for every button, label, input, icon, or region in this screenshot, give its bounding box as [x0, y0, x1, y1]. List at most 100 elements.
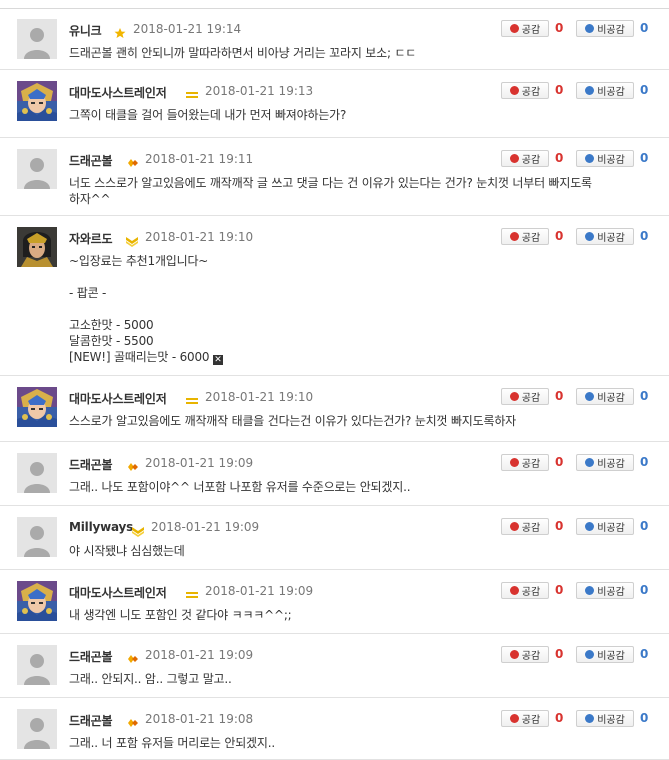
like-button[interactable]: 공감	[501, 646, 549, 663]
comment-item: Millyways 2018-01-21 19:09 공감 0 비공감 0 야 시작됐냐 심…	[0, 506, 669, 570]
avatar[interactable]	[17, 645, 57, 685]
comment-date: 2018-01-21 19:09	[145, 456, 254, 470]
like-face-icon	[509, 86, 519, 95]
avatar[interactable]	[17, 517, 57, 557]
dislike-label: 비공감	[597, 393, 625, 404]
comment-text: 스스로가 알고있음에도 깨작깨작 태클을 건다는건 이유가 있다는건가? 눈치껏…	[69, 414, 517, 428]
like-label: 공감	[521, 393, 541, 404]
comment-date: 2018-01-21 19:09	[205, 584, 314, 598]
dislike-button[interactable]: 비공감	[576, 20, 634, 37]
author-name[interactable]: 대마도사스트레인저	[69, 584, 167, 601]
author-name[interactable]: 대마도사스트레인저	[69, 84, 167, 101]
comment-text: 그래.. 안되지.. 암.. 그렇고 말고..	[69, 672, 232, 686]
like-button[interactable]: 공감	[501, 388, 549, 405]
rank-badge-icon	[131, 522, 145, 537]
avatar[interactable]	[17, 19, 57, 59]
comment-item: 대마도사스트레인저 2018-01-21 19:13 공감 0 비공감 0 그쪽이 태클을 …	[0, 70, 669, 138]
like-button[interactable]: 공감	[501, 710, 549, 727]
comment-text: 드래곤볼 괜히 안되니까 말따라하면서 비아냥 거리는 꼬라지 보소; ㄷㄷ	[69, 46, 417, 60]
dislike-label: 비공감	[597, 715, 625, 726]
comment-text: 내 생각엔 니도 포함인 것 같다야 ㅋㅋㅋ^^;;	[69, 608, 292, 622]
like-button[interactable]: 공감	[501, 150, 549, 167]
author-name[interactable]: 자와르도	[69, 230, 113, 247]
dislike-face-icon	[585, 586, 595, 595]
like-button[interactable]: 공감	[501, 20, 549, 37]
rank-badge-icon	[125, 232, 139, 247]
x-mark-icon: ✕	[212, 355, 223, 365]
comment-item: 드래곤볼 2018-01-21 19:09 공감 0 비공감 0 그래.. 나도 포함이야^…	[0, 442, 669, 506]
like-button[interactable]: 공감	[501, 582, 549, 599]
avatar[interactable]	[17, 581, 57, 621]
like-count: 0	[555, 455, 564, 469]
author-name[interactable]: 드래곤볼	[69, 712, 113, 729]
comment-date: 2018-01-21 19:11	[145, 152, 254, 166]
like-button[interactable]: 공감	[501, 518, 549, 535]
like-count: 0	[555, 647, 564, 661]
dislike-button[interactable]: 비공감	[576, 150, 634, 167]
dislike-face-icon	[585, 392, 595, 401]
avatar[interactable]	[17, 387, 57, 427]
comment-item: 유니크 2018-01-21 19:14 공감 0 비공감 0 드래곤볼 괜히 안되니까 말…	[0, 8, 669, 70]
dislike-button[interactable]: 비공감	[576, 646, 634, 663]
dislike-button[interactable]: 비공감	[576, 228, 634, 245]
dislike-label: 비공감	[597, 155, 625, 166]
rank-badge-icon	[185, 86, 199, 98]
like-label: 공감	[521, 155, 541, 166]
dislike-count: 0	[640, 151, 649, 165]
dislike-button[interactable]: 비공감	[576, 388, 634, 405]
like-face-icon	[509, 24, 519, 33]
avatar[interactable]	[17, 453, 57, 493]
dislike-button[interactable]: 비공감	[576, 582, 634, 599]
comment-item: 드래곤볼 2018-01-21 19:11 공감 0 비공감 0 너도 스스로가 알고있음에…	[0, 138, 669, 216]
dislike-count: 0	[640, 229, 649, 243]
avatar[interactable]	[17, 227, 57, 267]
comment-list: 유니크 2018-01-21 19:14 공감 0 비공감 0 드래곤볼 괜히 안되니까 말…	[0, 0, 669, 760]
like-face-icon	[509, 232, 519, 241]
comment-date: 2018-01-21 19:09	[151, 520, 260, 534]
dislike-button[interactable]: 비공감	[576, 82, 634, 99]
comment-item: 드래곤볼 2018-01-21 19:08 공감 0 비공감 0 그래.. 너 포함 유저들…	[0, 698, 669, 760]
dislike-count: 0	[640, 455, 649, 469]
like-label: 공감	[521, 25, 541, 36]
dislike-count: 0	[640, 519, 649, 533]
dislike-button[interactable]: 비공감	[576, 710, 634, 727]
comment-text: 너도 스스로가 알고있음에도 깨작깨작 글 쓰고 댓글 다는 건 이유가 있는다…	[69, 176, 592, 190]
author-name[interactable]: Millyways	[69, 520, 133, 534]
comment-date: 2018-01-21 19:10	[145, 230, 254, 244]
comment-item: 대마도사스트레인저 2018-01-21 19:09 공감 0 비공감 0 내 생각엔 니도…	[0, 570, 669, 634]
dislike-count: 0	[640, 21, 649, 35]
dislike-label: 비공감	[597, 523, 625, 534]
rank-badge-icon	[125, 650, 139, 663]
like-face-icon	[509, 650, 519, 659]
rank-badge-icon	[185, 586, 199, 598]
rank-badge-icon	[113, 24, 127, 38]
avatar[interactable]	[17, 81, 57, 121]
dislike-label: 비공감	[597, 459, 625, 470]
avatar[interactable]	[17, 149, 57, 189]
author-name[interactable]: 대마도사스트레인저	[69, 390, 167, 407]
like-count: 0	[555, 389, 564, 403]
author-name[interactable]: 드래곤볼	[69, 152, 113, 169]
author-name[interactable]: 드래곤볼	[69, 456, 113, 473]
dislike-face-icon	[585, 650, 595, 659]
avatar[interactable]	[17, 709, 57, 749]
like-button[interactable]: 공감	[501, 82, 549, 99]
dislike-count: 0	[640, 83, 649, 97]
like-count: 0	[555, 83, 564, 97]
comment-text: 그래.. 너 포함 유저들 머리로는 안되겠지..	[69, 736, 275, 750]
dislike-button[interactable]: 비공감	[576, 454, 634, 471]
dislike-label: 비공감	[597, 25, 625, 36]
like-face-icon	[509, 586, 519, 595]
like-button[interactable]: 공감	[501, 454, 549, 471]
dislike-button[interactable]: 비공감	[576, 518, 634, 535]
comment-item: 드래곤볼 2018-01-21 19:09 공감 0 비공감 0 그래.. 안되지.. 암.…	[0, 634, 669, 698]
like-label: 공감	[521, 87, 541, 98]
like-button[interactable]: 공감	[501, 228, 549, 245]
like-label: 공감	[521, 523, 541, 534]
dislike-count: 0	[640, 647, 649, 661]
like-label: 공감	[521, 233, 541, 244]
author-name[interactable]: 유니크	[69, 22, 102, 39]
comment-line: [NEW!] 골때리는맛 - 6000 ✕	[69, 348, 223, 365]
comment-text: 그쪽이 태클을 걸어 들어왔는데 내가 먼저 빠져야하는가?	[69, 108, 347, 122]
author-name[interactable]: 드래곤볼	[69, 648, 113, 665]
